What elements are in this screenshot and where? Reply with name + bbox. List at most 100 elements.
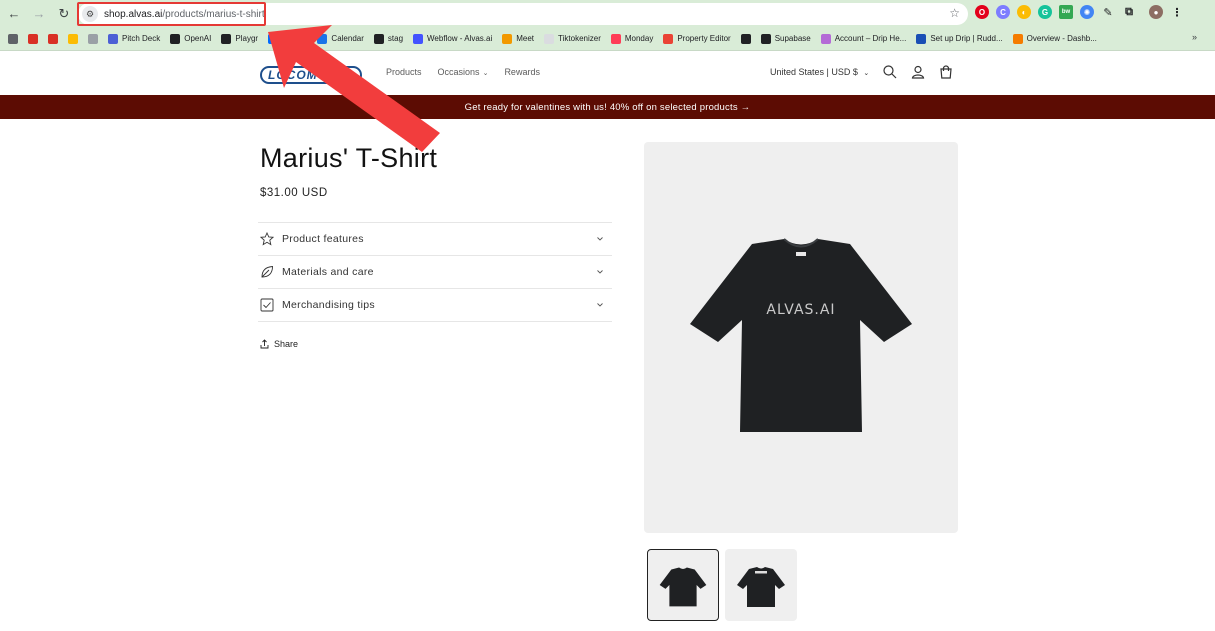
bookmark-item[interactable]: Meet <box>502 33 534 44</box>
bookmark-item[interactable]: stag <box>373 33 404 44</box>
reload-icon[interactable]: ↻ <box>53 3 75 25</box>
bookmark-favicon-icon <box>413 33 424 44</box>
share-icon <box>260 339 269 349</box>
product-accordion: Product features Materials and care Merc… <box>258 222 612 322</box>
extension-icon[interactable]: ◐ <box>1017 5 1031 19</box>
bookmark-favicon-icon <box>760 33 771 44</box>
bookmark-favicon-icon <box>820 33 831 44</box>
bookmark-item[interactable]: alendly <box>268 33 307 44</box>
bookmark-favicon-icon <box>502 33 513 44</box>
product-price: $31.00 USD <box>260 187 328 199</box>
accordion-merchandising-tips[interactable]: Merchandising tips <box>258 289 612 322</box>
browser-menu-icon[interactable]: ⋮ <box>1170 5 1184 19</box>
bookmark-label: Pitch Deck <box>122 34 161 43</box>
bookmark-item[interactable]: Calendar <box>317 33 364 44</box>
url-highlight-box <box>77 2 266 26</box>
chevron-down-icon <box>597 270 603 274</box>
bookmark-favicon-icon <box>88 33 98 44</box>
main-nav: Products Occasions ⌄ Rewards <box>386 67 540 77</box>
nav-products[interactable]: Products <box>386 67 422 77</box>
accordion-label: Merchandising tips <box>282 299 375 311</box>
product-main-image[interactable]: ALVAS.AI <box>644 142 958 533</box>
bookmark-label: Tiktokenizer <box>558 34 601 43</box>
thumbnail-front[interactable] <box>647 549 719 621</box>
bookmark-label: stag <box>387 34 404 43</box>
bookmark-item[interactable]: Monday <box>610 33 654 44</box>
bookmark-favicon-icon <box>916 33 927 44</box>
accordion-product-features[interactable]: Product features <box>258 223 612 256</box>
bookmark-item[interactable] <box>8 33 22 44</box>
bookmark-item[interactable]: Account – Drip He... <box>820 33 907 44</box>
bookmark-item[interactable]: Pitch Deck <box>108 33 161 44</box>
bookmark-item[interactable]: Set up Drip | Rudd... <box>916 33 1003 44</box>
bookmark-favicon-icon <box>740 33 751 44</box>
extension-icon[interactable]: bw <box>1059 5 1073 19</box>
store-header: LOCOMOTIM Products Occasions ⌄ Rewards Un… <box>0 52 1215 95</box>
grammarly-extension-icon[interactable]: G <box>1038 5 1052 19</box>
bookmark-item[interactable] <box>68 33 82 44</box>
cart-icon[interactable] <box>938 64 954 80</box>
more-bookmarks-icon[interactable]: » <box>1192 32 1197 42</box>
bookmark-item[interactable]: Tiktokenizer <box>544 33 601 44</box>
tshirt-thumbnail-icon <box>737 567 785 607</box>
bookmark-item[interactable]: OpenAI <box>170 33 212 44</box>
share-button[interactable]: Share <box>260 339 298 349</box>
bookmark-favicon-icon <box>48 33 58 44</box>
bookmark-favicon-icon <box>610 33 621 44</box>
bookmark-item[interactable] <box>740 33 755 44</box>
store-logo[interactable]: LOCOMOTIM <box>260 66 362 84</box>
profile-avatar[interactable]: ● <box>1149 5 1163 19</box>
bookmark-favicon-icon <box>221 33 232 44</box>
bookmark-label: Account – Drip He... <box>834 34 907 43</box>
share-label: Share <box>274 339 299 349</box>
search-icon[interactable] <box>882 64 898 80</box>
chevron-down-icon <box>597 237 603 241</box>
chevron-down-icon: ⌄ <box>863 70 870 77</box>
locale-selector[interactable]: United States | USD $ ⌄ <box>770 67 869 77</box>
bookmark-item[interactable] <box>88 33 102 44</box>
bookmark-favicon-icon <box>68 33 78 44</box>
opera-extension-icon[interactable]: O <box>975 5 989 19</box>
checkbox-icon <box>260 298 274 312</box>
bookmark-favicon-icon <box>28 33 38 44</box>
accordion-label: Product features <box>282 233 364 245</box>
chevron-down-icon <box>597 303 603 307</box>
bookmark-favicon-icon <box>663 33 674 44</box>
tshirt-image: ALVAS.AI <box>690 238 912 432</box>
eyedropper-extension-icon[interactable]: ✎ <box>1101 5 1115 19</box>
back-arrow-icon[interactable]: ← <box>3 3 25 25</box>
extension-icon[interactable]: C <box>996 5 1010 19</box>
nav-rewards[interactable]: Rewards <box>504 67 540 77</box>
bookmark-item[interactable]: Property Editor <box>663 33 731 44</box>
chevron-down-icon: ⌄ <box>482 70 489 77</box>
announcement-text: Get ready for valentines with us! 40% of… <box>464 101 751 113</box>
accordion-materials-care[interactable]: Materials and care <box>258 256 612 289</box>
forward-arrow-icon[interactable]: → <box>28 3 50 25</box>
bookmark-label: OpenAI <box>184 34 212 43</box>
bookmark-favicon-icon <box>268 33 279 44</box>
bookmark-label: Webflow - Alvas.ai <box>427 34 493 43</box>
product-title: Marius' T-Shirt <box>260 143 438 173</box>
leaf-icon <box>261 266 273 278</box>
tshirt-thumbnail-icon <box>659 567 707 607</box>
extensions-tray: O C ◐ G bw ✺ ✎ ⧉ ● ⋮ <box>975 5 1184 19</box>
bookmark-favicon-icon <box>108 33 118 44</box>
bookmark-item[interactable]: Webflow - Alvas.ai <box>413 33 493 44</box>
bookmark-item[interactable]: Playgr <box>221 33 258 44</box>
announcement-bar[interactable]: Get ready for valentines with us! 40% of… <box>0 95 1215 119</box>
extension-icon[interactable]: ✺ <box>1080 5 1094 19</box>
thumbnail-back[interactable] <box>725 549 797 621</box>
star-icon <box>260 232 274 246</box>
account-icon[interactable] <box>910 64 926 80</box>
nav-occasions[interactable]: Occasions ⌄ <box>438 67 489 77</box>
extensions-puzzle-icon[interactable]: ⧉ <box>1122 5 1136 19</box>
bookmark-item[interactable]: Overview - Dashb... <box>1012 33 1097 44</box>
bookmark-item[interactable] <box>48 33 62 44</box>
bookmark-label: Monday <box>624 34 654 43</box>
bookmark-star-icon[interactable]: ☆ <box>949 6 960 20</box>
bookmark-item[interactable]: Supabase <box>760 33 811 44</box>
accordion-label: Materials and care <box>282 266 374 278</box>
locale-label: United States | USD $ <box>770 67 858 77</box>
bookmark-label: Overview - Dashb... <box>1026 34 1097 43</box>
bookmark-item[interactable] <box>28 33 42 44</box>
